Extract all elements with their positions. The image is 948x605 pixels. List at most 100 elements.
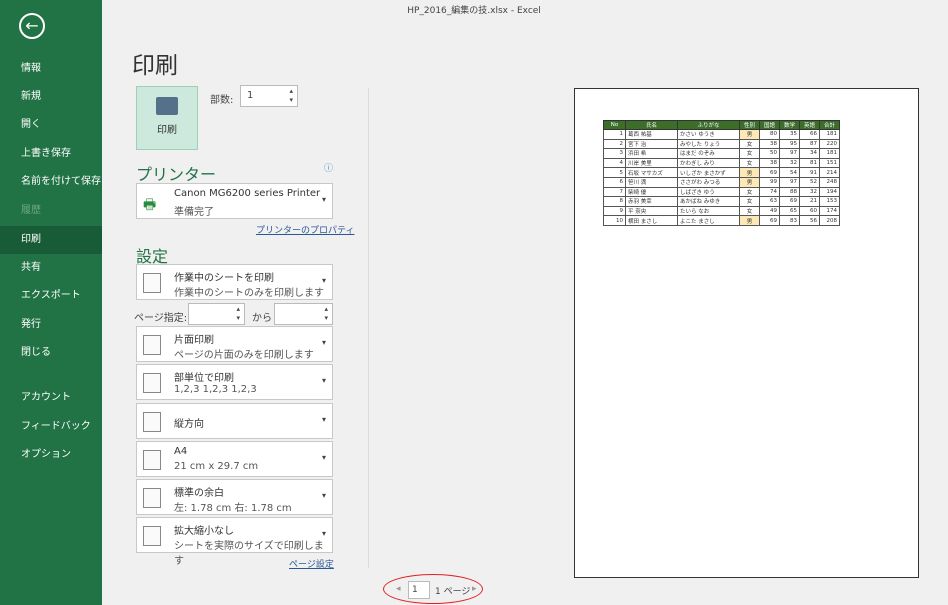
table-cell: 99 [759, 176, 780, 188]
dropdown-title: A4 [174, 446, 188, 457]
preview-table: No 氏名 ふりがな 性別 国語 数学 英語 合計 1 葛西 祐基 かさい ゆうき男 80 35 66 18… [603, 120, 840, 226]
chevron-down-icon: ▾ [321, 415, 326, 424]
portrait-icon [143, 412, 161, 432]
table-cell: 87 [799, 138, 820, 150]
table-cell: 3 [603, 148, 626, 159]
table-cell: 97 [779, 148, 800, 159]
orientation-dropdown[interactable]: 縦方向 ▾ [136, 403, 333, 439]
info-icon[interactable]: ⓘ [324, 161, 333, 174]
table-cell: 4 [603, 157, 626, 169]
printer-heading: プリンター [136, 165, 217, 184]
printer-icon [156, 97, 178, 115]
table-cell: 男 [739, 176, 760, 188]
paper-size-dropdown[interactable]: A4 21 cm x 29.7 cm ▾ [136, 441, 333, 477]
printer-dropdown[interactable]: 🖶 Canon MG6200 series Printer 準備完了 ▾ [136, 183, 333, 219]
table-row: 7 柴崎 優しばざき ゆう女 74 88 32 194 [603, 186, 840, 198]
column-header: 性別 [739, 120, 760, 130]
sidebar-item[interactable]: 上書き保存 [0, 140, 102, 168]
table-cell: 6 [603, 176, 626, 188]
dropdown-title: 部単位で印刷 [174, 373, 234, 384]
table-cell: しばざき ゆう [677, 186, 740, 198]
printer-properties-link[interactable]: プリンターのプロパティ [256, 223, 354, 236]
table-cell: 男 [739, 167, 760, 178]
table-cell: 54 [779, 167, 800, 178]
pages-to-input[interactable] [274, 303, 333, 325]
table-cell: 80 [759, 129, 780, 140]
page-setup-link[interactable]: ページ設定 [289, 557, 334, 570]
sides-dropdown[interactable]: 片面印刷 ページの片面のみを印刷します ▾ [136, 326, 333, 362]
table-cell: 181 [819, 129, 840, 140]
print-what-dropdown[interactable]: 作業中のシートを印刷 作業中のシートのみを印刷します ▾ [136, 264, 333, 300]
table-cell: 34 [799, 148, 820, 159]
margins-icon [143, 488, 161, 508]
dropdown-desc: 左: 1.78 cm 右: 1.78 cm [174, 503, 292, 514]
table-cell: みやした りょう [677, 138, 740, 150]
table-cell: 49 [759, 205, 780, 217]
collate-dropdown[interactable]: 部単位で印刷 1,2,3 1,2,3 1,2,3 ▾ [136, 364, 333, 400]
dropdown-desc: ページの片面のみを印刷します [174, 350, 314, 361]
table-cell: 男 [739, 215, 760, 226]
table-cell: 56 [799, 215, 820, 226]
table-row: 8 赤羽 美幸 あかばね みゆき女 63 69 21 153 [603, 196, 840, 207]
back-arrow-icon[interactable]: ← [19, 13, 45, 39]
sidebar-item[interactable]: 共有 [0, 254, 102, 282]
table-cell: 208 [819, 215, 840, 226]
copies-input[interactable]: 1 [240, 85, 298, 107]
one-sided-icon [143, 335, 161, 355]
sidebar-item[interactable]: オプション [0, 441, 102, 469]
column-header: No [603, 120, 626, 130]
table-cell: 1 [603, 129, 626, 140]
table-cell: 50 [759, 148, 780, 159]
table-cell: 65 [779, 205, 800, 217]
table-row: 4 川岸 美里 かわぎし みり女 38 32 81 151 [603, 157, 840, 169]
table-cell: 10 [603, 215, 626, 226]
highlight-annotation [383, 574, 483, 604]
table-row: 1 葛西 祐基 かさい ゆうき男 80 35 66 181 [603, 129, 840, 140]
scaling-dropdown[interactable]: 拡大縮小なし シートを実際のサイズで印刷します ▾ [136, 517, 333, 567]
table-cell: 95 [779, 138, 800, 150]
table-cell: 181 [819, 148, 840, 159]
table-cell: ささがわ みつる [677, 176, 740, 188]
table-cell: たいら なお [677, 205, 740, 217]
sidebar-item[interactable]: フィードバック [0, 413, 102, 441]
chevron-down-icon: ▾ [321, 453, 326, 462]
page-title: 印刷 [132, 53, 178, 79]
table-cell: 平 奈央 [625, 205, 678, 217]
backstage-sidebar: ← 情報 新規 開く 上書き保存 名前を付けて保存 履歴 印刷 共有 エクスポート 発行 閉じるアカ… [0, 0, 102, 605]
sidebar-item[interactable]: アカウント [0, 384, 102, 412]
sidebar-item[interactable]: 発行 [0, 311, 102, 339]
dropdown-title: 縦方向 [174, 419, 204, 430]
sidebar-item[interactable]: 新規 [0, 83, 102, 111]
sidebar-item[interactable]: 開く [0, 111, 102, 139]
table-cell: 66 [799, 129, 820, 140]
print-button-label: 印刷 [157, 125, 177, 136]
table-cell: 32 [779, 157, 800, 169]
sidebar-item[interactable]: 履歴 [0, 197, 102, 225]
pages-from-input[interactable] [188, 303, 245, 325]
sidebar-item[interactable]: 印刷 [0, 226, 102, 254]
table-cell: 5 [603, 167, 626, 178]
sidebar-item[interactable]: エクスポート [0, 282, 102, 310]
sidebar-item[interactable]: 閉じる [0, 339, 102, 367]
chevron-down-icon: ▾ [321, 276, 326, 285]
table-cell: 横田 まさし [625, 215, 678, 226]
table-cell: 赤羽 美幸 [625, 196, 678, 207]
sidebar-item[interactable]: 情報 [0, 55, 102, 83]
print-button[interactable]: 印刷 [136, 86, 198, 150]
table-cell: 21 [799, 196, 820, 207]
margins-dropdown[interactable]: 標準の余白 左: 1.78 cm 右: 1.78 cm ▾ [136, 479, 333, 515]
divider [368, 88, 369, 568]
table-cell: 69 [779, 196, 800, 207]
table-cell: 7 [603, 186, 626, 198]
sidebar-item[interactable]: 名前を付けて保存 [0, 168, 102, 196]
column-header: 英語 [799, 120, 820, 130]
collated-icon [143, 373, 161, 393]
scaling-icon [143, 526, 161, 546]
table-cell: 川岸 美里 [625, 157, 678, 169]
table-cell: 194 [819, 186, 840, 198]
table-cell: 74 [759, 186, 780, 198]
table-cell: 女 [739, 186, 760, 198]
table-cell: 葛西 祐基 [625, 129, 678, 140]
table-cell: 63 [759, 196, 780, 207]
table-cell: かわぎし みり [677, 157, 740, 169]
